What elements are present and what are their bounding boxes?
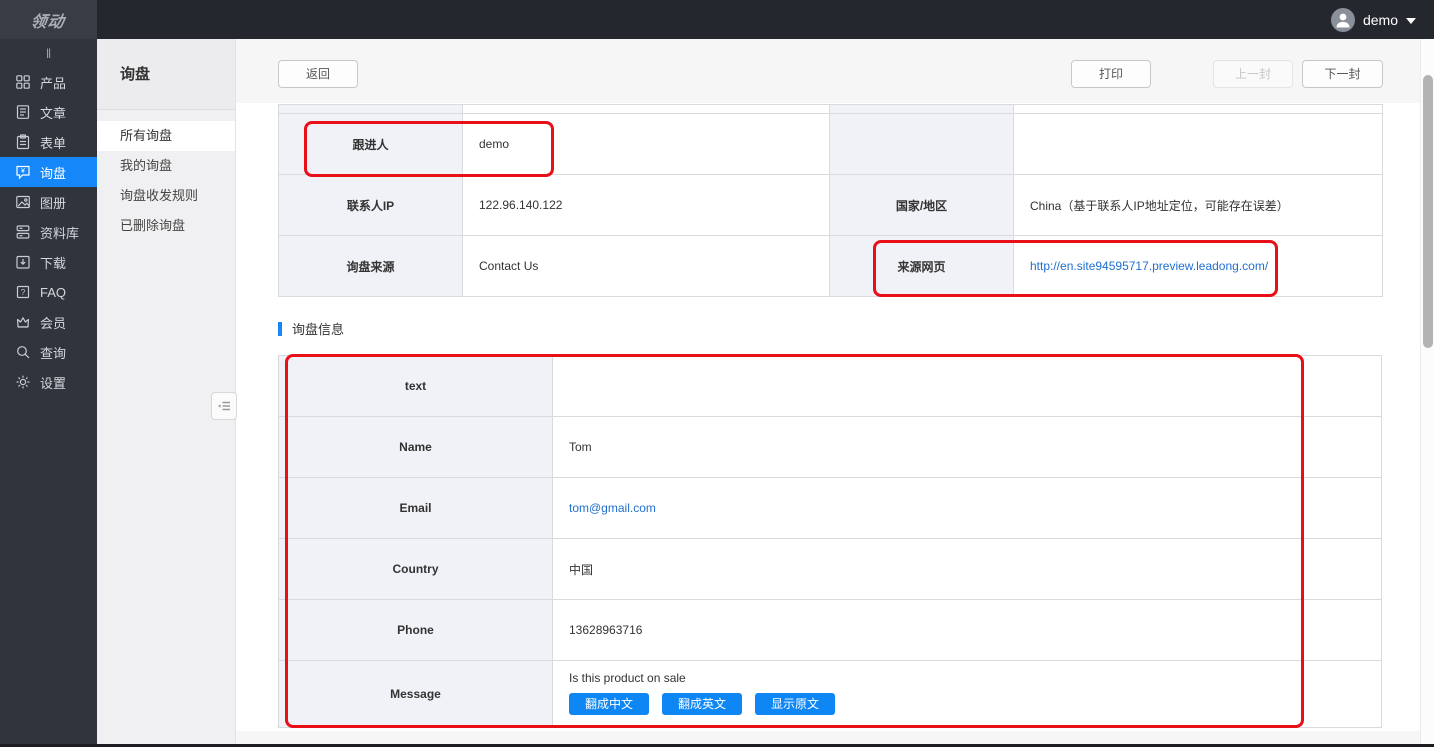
sidebar-collapse-icon[interactable]: ‖ [0,39,97,67]
member-crown-icon [15,314,31,330]
source-page-label: 来源网页 [830,236,1014,297]
phone-label: Phone [279,600,553,661]
follower-value: demo [463,114,830,175]
text-field-label: text [279,356,553,417]
contact-ip-value: 122.96.140.122 [463,175,830,236]
settings-gear-icon [15,374,31,390]
table-row-message: Message Is this product on sale 翻成中文 翻成英… [279,661,1382,728]
table-row-follower: 跟进人 demo [279,114,1383,175]
scrollbar-thumb[interactable] [1423,75,1433,348]
inquiry-info-table: text Name Tom Email tom@gmail.com Countr… [278,355,1382,728]
table-row-email: Email tom@gmail.com [279,478,1382,539]
faq-question-icon: ? [15,284,31,300]
inquiry-detail-table: 跟进人 demo 联系人IP 122.96.140.122 国家/地区 Chin… [278,104,1383,297]
table-row-phone: Phone 13628963716 [279,600,1382,661]
name-label: Name [279,417,553,478]
logo[interactable]: 领动 [0,0,97,39]
user-menu[interactable]: demo [1331,0,1416,39]
main-content: 返回 打印 上一封 下一封 跟进人 demo 联系人IP 122.96.140.… [236,39,1420,747]
album-image-icon [15,194,31,210]
sidebar-item-label: 会员 [40,313,66,332]
sidebar-item-label: 设置 [40,373,66,392]
next-inquiry-button[interactable]: 下一封 [1302,60,1383,88]
svg-text:¥: ¥ [21,168,25,175]
sidebar-item-members[interactable]: 会员 [0,307,97,337]
name-value: Tom [553,417,1382,478]
sub-item-inquiry-rules[interactable]: 询盘收发规则 [97,181,235,211]
collapse-menu-icon [216,398,232,414]
download-icon [15,254,31,270]
sidebar-item-label: 图册 [40,193,66,212]
inquiry-chat-icon: ¥ [15,164,31,180]
sidebar-item-library[interactable]: 资料库 [0,217,97,247]
sidebar-item-label: 下载 [40,253,66,272]
sub-sidebar-title: 询盘 [97,39,235,110]
products-grid-icon [15,74,31,90]
country-region-label: 国家/地区 [830,175,1014,236]
sub-item-my-inquiries[interactable]: 我的询盘 [97,151,235,181]
section-title: 询盘信息 [292,319,344,338]
scrollbar-track[interactable] [1420,39,1434,747]
email-label: Email [279,478,553,539]
translate-to-english-button[interactable]: 翻成英文 [662,693,742,715]
message-label: Message [279,661,553,728]
country-label: Country [279,539,553,600]
sidebar-item-inquiries[interactable]: ¥ 询盘 [0,157,97,187]
inquiry-info-section-header: 询盘信息 [278,319,344,338]
previous-inquiry-button[interactable]: 上一封 [1213,60,1293,88]
svg-text:?: ? [21,288,26,297]
search-icon [15,344,31,360]
sidebar-item-label: 文章 [40,103,66,122]
library-stack-icon [15,224,31,240]
table-row-name: Name Tom [279,417,1382,478]
print-button[interactable]: 打印 [1071,60,1151,88]
sidebar-item-downloads[interactable]: 下载 [0,247,97,277]
table-row-source: 询盘来源 Contact Us 来源网页 http://en.site94595… [279,236,1383,297]
back-button[interactable]: 返回 [278,60,358,88]
country-region-value: China（基于联系人IP地址定位，可能存在误差） [1014,175,1383,236]
sidebar-item-label: 产品 [40,73,66,92]
sidebar-item-faq[interactable]: ? FAQ [0,277,97,307]
table-row-country: Country 中国 [279,539,1382,600]
sidebar-item-label: FAQ [40,285,66,300]
articles-doc-icon [15,104,31,120]
brand-logo-text: 领动 [30,8,67,32]
follower-label: 跟进人 [279,114,463,175]
username: demo [1363,12,1398,28]
sidebar-item-articles[interactable]: 文章 [0,97,97,127]
section-accent-bar [278,322,282,336]
table-row-ip-country: 联系人IP 122.96.140.122 国家/地区 China（基于联系人IP… [279,175,1383,236]
show-original-button[interactable]: 显示原文 [755,693,835,715]
inquiry-source-value: Contact Us [463,236,830,297]
sidebar-item-label: 表单 [40,133,66,152]
sidebar-item-albums[interactable]: 图册 [0,187,97,217]
sidebar-item-forms[interactable]: 表单 [0,127,97,157]
sub-item-all-inquiries[interactable]: 所有询盘 [97,121,235,151]
sidebar-item-label: 询盘 [40,163,66,182]
table-row-partial [279,105,1383,114]
topbar: 领动 demo [0,0,1434,39]
inquiry-source-label: 询盘来源 [279,236,463,297]
forms-clipboard-icon [15,134,31,150]
page: 领动 demo ‖ 产品 文章 表单 ¥ 询盘 图 [0,0,1434,747]
text-field-value [553,356,1382,417]
sidebar-item-label: 查询 [40,343,66,362]
sidebar-item-products[interactable]: 产品 [0,67,97,97]
sub-item-deleted-inquiries[interactable]: 已删除询盘 [97,211,235,241]
phone-value: 13628963716 [553,600,1382,661]
message-value: Is this product on sale [569,671,1381,685]
sidebar-item-search[interactable]: 查询 [0,337,97,367]
table-row-text: text [279,356,1382,417]
source-page-link[interactable]: http://en.site94595717.preview.leadong.c… [1030,259,1268,273]
sub-sidebar-collapse-button[interactable] [211,392,237,420]
translate-to-chinese-button[interactable]: 翻成中文 [569,693,649,715]
chevron-down-icon [1406,18,1416,24]
contact-ip-label: 联系人IP [279,175,463,236]
sidebar-item-settings[interactable]: 设置 [0,367,97,397]
country-value: 中国 [553,539,1382,600]
sidebar-item-label: 资料库 [40,223,79,242]
sidebar: ‖ 产品 文章 表单 ¥ 询盘 图册 资料库 下载 ? [0,39,97,747]
avatar-icon [1331,8,1355,32]
email-link[interactable]: tom@gmail.com [569,501,656,515]
